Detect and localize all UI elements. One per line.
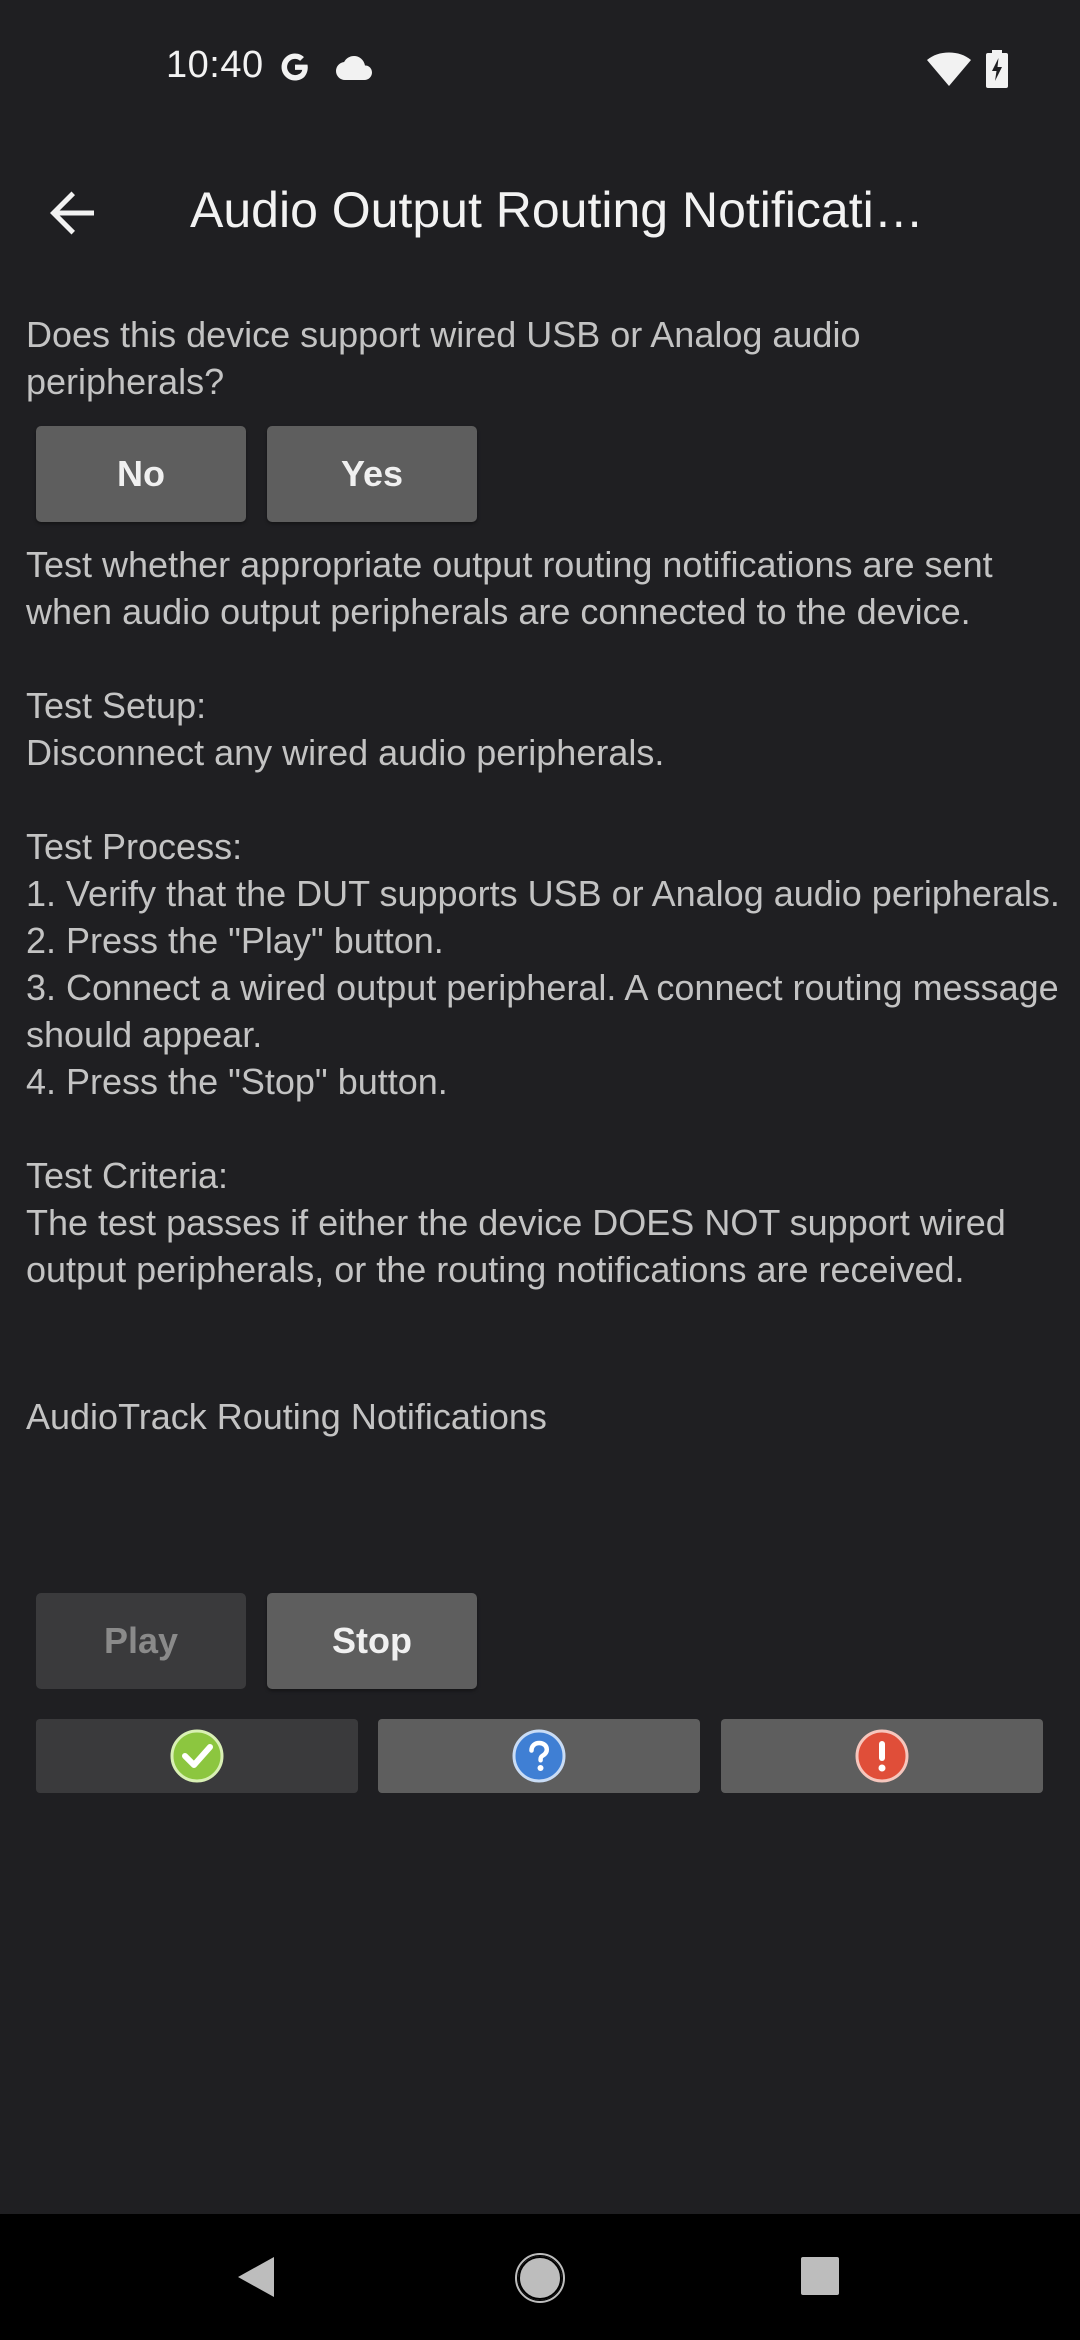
support-question: Does this device support wired USB or An… <box>26 314 861 402</box>
pass-button[interactable] <box>36 1719 358 1793</box>
nav-back-icon[interactable] <box>234 2254 278 2300</box>
status-bar: 10:40 <box>0 0 1080 140</box>
wifi-icon <box>927 52 971 86</box>
fail-button[interactable] <box>721 1719 1043 1793</box>
stop-button[interactable]: Stop <box>267 1593 477 1689</box>
routing-section-title: AudioTrack Routing Notifications <box>26 1396 547 1437</box>
no-button[interactable]: No <box>36 426 246 522</box>
back-button[interactable] <box>40 180 106 246</box>
navigation-bar <box>0 2214 1080 2340</box>
page-title: Audio Output Routing Notificati… <box>190 182 924 238</box>
info-button[interactable] <box>378 1719 700 1793</box>
play-button[interactable]: Play <box>36 1593 246 1689</box>
status-time: 10:40 <box>166 44 264 86</box>
yes-button[interactable]: Yes <box>267 426 477 522</box>
cloud-icon <box>336 56 372 80</box>
nav-home-icon[interactable] <box>514 2252 566 2304</box>
app-bar: Audio Output Routing Notificati… <box>0 140 1080 280</box>
check-circle-icon <box>170 1729 224 1783</box>
battery-charging-icon <box>986 50 1008 88</box>
test-instructions: Test whether appropriate output routing … <box>26 544 1060 1290</box>
exclamation-circle-icon <box>855 1729 909 1783</box>
question-circle-icon <box>512 1729 566 1783</box>
google-g-icon <box>281 53 308 81</box>
arrow-back-icon <box>50 191 94 235</box>
nav-recents-icon[interactable] <box>800 2256 840 2296</box>
